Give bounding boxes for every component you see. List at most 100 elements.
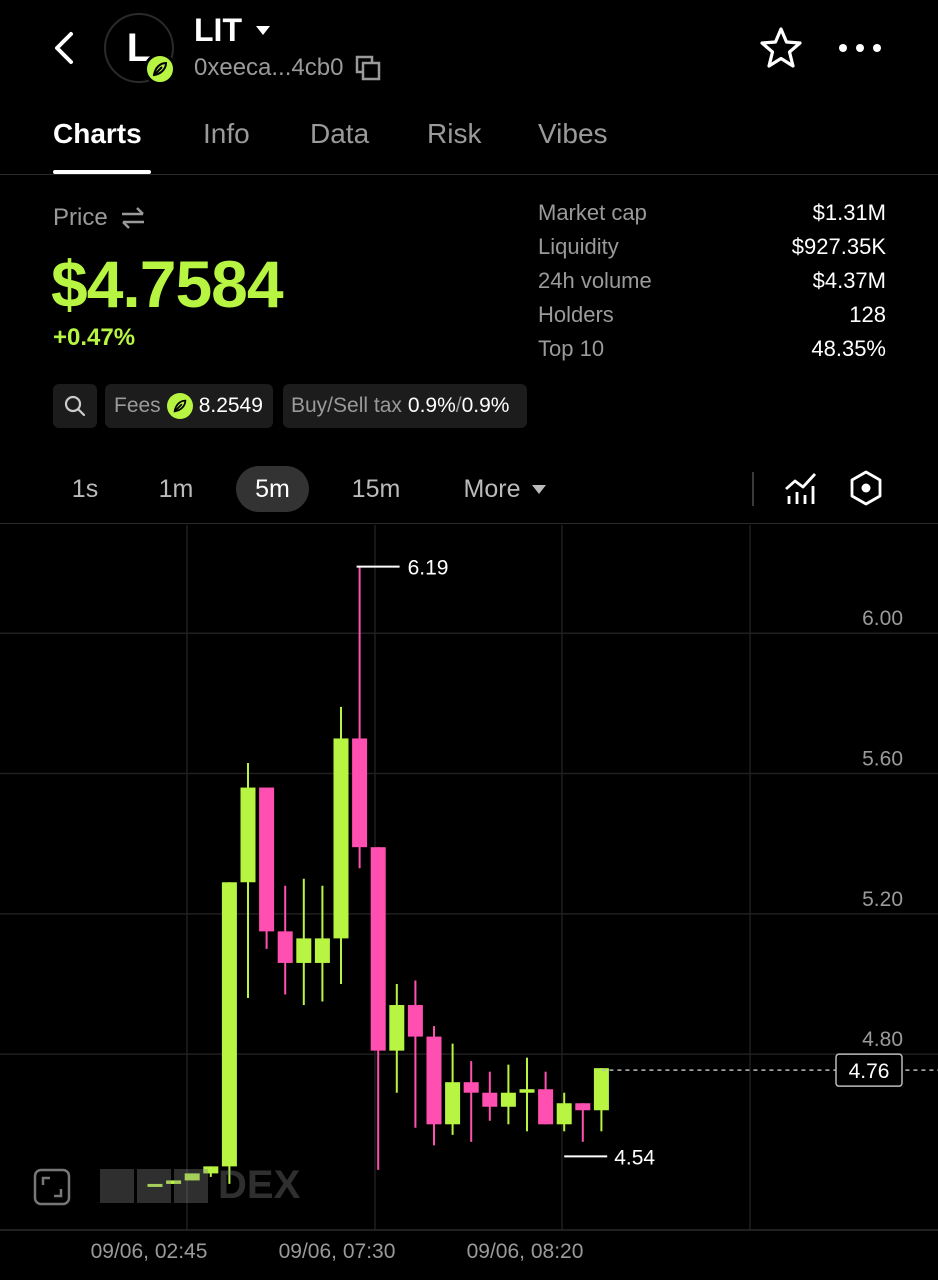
star-icon — [760, 27, 802, 68]
stat-label: Holders — [538, 302, 614, 327]
interval-15m[interactable]: 15m — [340, 466, 412, 512]
x-tick-label: 09/06, 08:20 — [467, 1240, 584, 1263]
candle-body — [593, 1068, 609, 1111]
price-chart[interactable]: 6.00 5.60 5.20 4.80 09/06, 02:45 09/06, 07:30… — [0, 525, 938, 1280]
y-tick-label: 5.60 — [862, 748, 903, 771]
low-price-label: 4.54 — [614, 1146, 655, 1169]
tab-risk[interactable]: Risk — [427, 118, 481, 150]
stat-value: 128 — [849, 302, 886, 327]
price-toggle[interactable]: Price — [53, 204, 146, 232]
more-button[interactable] — [836, 28, 884, 68]
token-stats: Market cap $1.31M Liquidity $927.35K 24h v… — [538, 200, 886, 370]
candle-body — [482, 1092, 498, 1107]
tax-sell: 0.9% — [461, 394, 510, 417]
interval-1m[interactable]: 1m — [148, 466, 204, 512]
search-button[interactable] — [53, 384, 97, 428]
tab-charts[interactable]: Charts — [53, 118, 142, 150]
fees-chip[interactable]: Fees 8.2549 — [105, 384, 273, 428]
token-name: LIT — [194, 12, 242, 48]
candle-body — [259, 787, 275, 932]
stat-top10: Top 10 48.35% — [538, 336, 886, 370]
interval-more-dropdown[interactable]: More — [450, 466, 560, 512]
candle-body — [426, 1036, 442, 1125]
candle-body — [389, 1005, 405, 1051]
leaf-badge-icon — [144, 53, 176, 85]
hexagon-settings-icon — [850, 470, 882, 506]
stat-value: 48.35% — [811, 336, 886, 361]
candle-body — [407, 1005, 423, 1037]
swap-icon — [121, 207, 144, 229]
address-row: 0xeeca...4cb0 — [194, 54, 381, 82]
price-label: Price — [53, 204, 108, 231]
stat-value: $1.31M — [812, 200, 886, 225]
candle-body — [370, 847, 386, 1051]
caret-down-icon — [532, 484, 547, 494]
candle-body — [240, 787, 256, 883]
candle-body — [221, 882, 237, 1167]
copy-icon[interactable] — [355, 55, 381, 81]
stat-24h-volume: 24h volume $4.37M — [538, 268, 886, 302]
candle-body — [500, 1092, 516, 1107]
current-price-label: 4.76 — [849, 1060, 890, 1083]
fees-value: 8.2549 — [198, 394, 263, 417]
y-tick-label: 4.80 — [862, 1028, 903, 1051]
back-arrow-icon — [55, 32, 73, 64]
okx-dex-watermark: DEX — [100, 1163, 300, 1208]
candle-body — [352, 738, 368, 848]
stat-liquidity: Liquidity $927.35K — [538, 234, 886, 268]
back-button[interactable] — [44, 24, 84, 72]
candle-body — [538, 1089, 554, 1125]
price-value: $4.7584 — [51, 247, 284, 321]
stat-label: Top 10 — [538, 336, 605, 361]
interval-1s[interactable]: 1s — [60, 466, 110, 512]
token-address: 0xeeca...4cb0 — [194, 54, 344, 81]
stat-label: Market cap — [538, 200, 647, 225]
tax-chip[interactable]: Buy/Sell tax 0.9%/0.9% — [283, 384, 527, 428]
indicator-icon — [785, 473, 817, 504]
favorite-button[interactable] — [756, 24, 806, 72]
tab-vibes[interactable]: Vibes — [538, 118, 608, 150]
stat-label: 24h volume — [538, 268, 652, 293]
tax-buy: 0.9% — [407, 394, 456, 417]
stat-value: $927.35K — [791, 234, 886, 259]
expand-icon — [33, 1168, 71, 1206]
active-tab-indicator — [53, 170, 151, 174]
tax-label: Buy/Sell tax — [291, 394, 402, 417]
leaf-icon — [166, 393, 193, 419]
token-avatar: L — [104, 13, 176, 85]
interval-bar: 1s 1m 5m 15m More — [0, 460, 938, 524]
stat-holders: Holders 128 — [538, 302, 886, 336]
more-label: More — [463, 474, 521, 503]
stat-value: $4.37M — [812, 268, 886, 293]
stat-label: Liquidity — [538, 234, 619, 259]
interval-5m[interactable]: 5m — [236, 466, 309, 512]
tab-data[interactable]: Data — [310, 118, 369, 150]
divider — [752, 472, 754, 506]
more-icon — [839, 44, 881, 52]
token-selector[interactable]: LIT — [194, 12, 270, 49]
chart-settings-button[interactable] — [846, 468, 886, 508]
watermark-text: DEX — [218, 1163, 301, 1207]
candle-body — [463, 1082, 479, 1093]
candle-body — [333, 738, 349, 939]
candle-body — [296, 938, 312, 963]
candle-body — [519, 1089, 535, 1093]
y-tick-label: 6.00 — [862, 607, 903, 630]
search-icon — [64, 395, 86, 417]
fees-label: Fees — [114, 394, 161, 417]
tab-info[interactable]: Info — [203, 118, 250, 150]
y-tick-label: 5.20 — [862, 888, 903, 911]
okx-logo — [100, 1168, 208, 1203]
candle-body — [277, 931, 293, 963]
caret-down-icon — [255, 26, 270, 35]
indicators-button[interactable] — [782, 468, 820, 508]
tab-bar: Charts Info Data Risk Vibes — [0, 100, 938, 175]
header: L LIT 0xeeca...4cb0 — [0, 0, 938, 100]
candle-body — [445, 1082, 461, 1125]
stat-market-cap: Market cap $1.31M — [538, 200, 886, 234]
candle-body — [575, 1103, 591, 1111]
fullscreen-button[interactable] — [32, 1167, 72, 1207]
x-tick-label: 09/06, 07:30 — [279, 1240, 396, 1263]
price-change: +0.47% — [53, 324, 136, 351]
tax-values: 0.9%/0.9% — [408, 394, 510, 418]
